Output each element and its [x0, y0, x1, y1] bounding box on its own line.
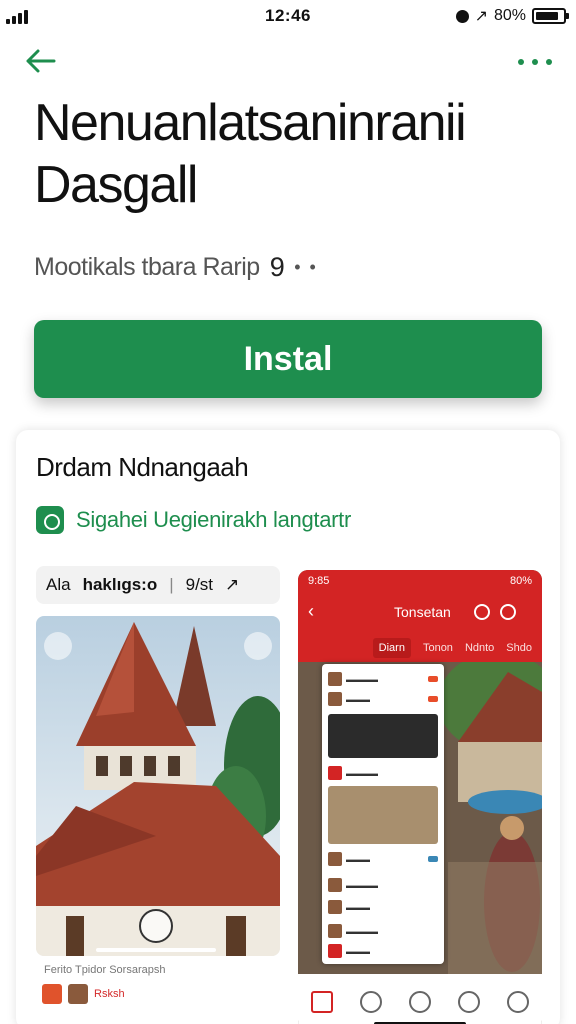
developer-name[interactable]: Mootikals tbara Rarip: [34, 253, 260, 282]
phone-status-bar: 9:85 80%: [298, 570, 542, 592]
heart-icon: [457, 991, 480, 1013]
close-icon[interactable]: [244, 632, 272, 660]
card-tag[interactable]: Sigahei Uegienirakh langtartr: [36, 506, 351, 534]
feed-row: ▬▬▬▬: [328, 876, 438, 894]
temple-photo: [36, 616, 280, 956]
feed-row: ▬▬▬▬: [328, 764, 438, 782]
phone-tabs: Diarn Tonon Ndnto Shdo: [298, 634, 542, 662]
back-arrow-icon: [26, 49, 56, 73]
toolbar-title: haklıgs:o: [82, 575, 158, 594]
thumbnail[interactable]: [42, 984, 62, 1004]
screenshot-toolbar: Ala haklıgs:o | 9/st ↗: [36, 566, 280, 604]
app-subtitle-row: Mootikals tbara Rarip 9 • •: [34, 252, 318, 283]
thumbnail-row: Rsksh: [42, 984, 125, 1004]
location-icon: [455, 9, 469, 23]
app-tag-icon: [36, 506, 64, 534]
phone-tab: Ndnto: [464, 642, 495, 654]
thumbnail-label: Rsksh: [94, 988, 125, 1000]
battery-icon: [532, 8, 569, 24]
screenshot-right[interactable]: 9:85 80% ‹ Tonsetan Diarn Tonon Ndnto Sh…: [298, 570, 542, 1024]
thumbnail[interactable]: [68, 984, 88, 1004]
feed-row: ▬▬▬: [328, 850, 438, 868]
shield-icon: [408, 991, 431, 1013]
details-card: Drdam Ndnangaah Sigahei Uegienirakh lang…: [16, 430, 560, 1024]
rating-value: 9: [269, 252, 285, 282]
ellipsis: • •: [294, 257, 318, 277]
feed-video: [328, 786, 438, 844]
battery-percent: 80%: [493, 7, 526, 24]
phone-back-icon: ‹: [308, 601, 314, 621]
phone-app-bar: ‹ Tonsetan: [298, 592, 542, 634]
card-title: Drdam Ndnangaah: [36, 452, 249, 482]
phone-refresh-icon: [474, 604, 490, 620]
phone-title: Tonsetan: [394, 604, 451, 620]
more-dots-icon: [518, 59, 524, 65]
feed-row: ▬▬▬▬: [328, 922, 438, 940]
app-title-line1: Nenuanlatsaninranii: [34, 94, 467, 152]
app-title-line2: Dasgall: [34, 156, 198, 214]
more-options-button[interactable]: [518, 50, 552, 74]
home-icon: [311, 991, 334, 1013]
feed-row: ▬▬▬▬: [328, 670, 438, 688]
photo-caption: Ferito Tpidor Sorsarapsh: [44, 964, 166, 976]
feed-row: ▬▬▬: [328, 942, 438, 960]
phone-tab: Shdo: [506, 642, 532, 654]
wifi-icon: ↗: [474, 8, 488, 25]
screenshot-left[interactable]: Ala haklıgs:o | 9/st ↗ Ferito Tpidor Sor…: [36, 566, 280, 1024]
phone-tab: Tonon: [422, 642, 453, 654]
toolbar-count: 9/st: [185, 575, 214, 594]
status-bar: 12:46 ↗ 80%: [0, 0, 576, 34]
phone-tab: Diarn: [372, 638, 411, 658]
phone-chat-icon: [500, 604, 516, 620]
app-title: Nenuanlatsaninranii Dasgall: [34, 92, 554, 216]
phone-bottom-nav: [298, 974, 542, 1024]
card-tag-label: Sigahei Uegienirakh langtartr: [76, 507, 352, 532]
share-icon[interactable]: ↗: [225, 575, 239, 595]
chat-icon: [360, 991, 383, 1013]
feed-row: ▬▬▬: [328, 898, 438, 916]
profile-icon: [506, 991, 529, 1013]
photo-back-icon[interactable]: [44, 632, 72, 660]
feed-row: ▬▬▬: [328, 690, 438, 708]
phone-feed-panel: ▬▬▬▬ ▬▬▬ ▬▬▬▬ ▬▬▬ ▬▬▬▬ ▬▬▬ ▬▬▬▬ ▬▬▬: [322, 664, 444, 964]
back-button[interactable]: [24, 46, 58, 76]
install-button[interactable]: Instal: [34, 320, 542, 398]
feed-video: [328, 714, 438, 758]
